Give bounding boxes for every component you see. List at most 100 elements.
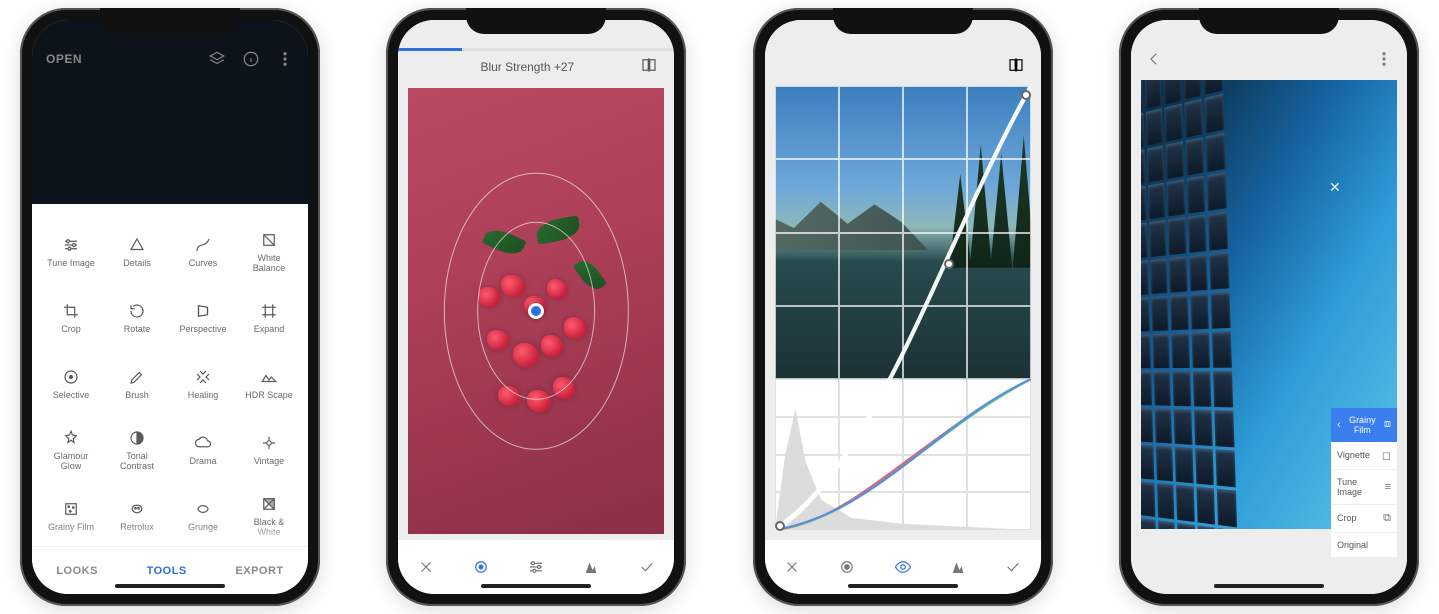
tool-label: Vintage xyxy=(254,457,284,467)
step-label: Crop xyxy=(1337,513,1357,523)
history-step-tune-image[interactable]: Tune Image ≡ xyxy=(1331,470,1397,505)
crop-icon xyxy=(61,301,81,321)
tool-label: Black & White xyxy=(241,518,297,538)
tool-perspective[interactable]: Perspective xyxy=(170,288,236,348)
step-icon: ≡ xyxy=(1385,481,1391,493)
tool-label: Glamour Glow xyxy=(43,452,99,472)
tool-white-balance[interactable]: White Balance xyxy=(236,222,302,282)
phone-mock-curves xyxy=(753,8,1053,606)
curve-handle-highlight[interactable] xyxy=(1021,90,1031,100)
mask-button[interactable] xyxy=(576,552,606,582)
tool-label: Rotate xyxy=(124,325,151,335)
curves-canvas[interactable] xyxy=(765,82,1041,540)
cancel-button[interactable] xyxy=(777,552,807,582)
tool-label: Retrolux xyxy=(120,523,154,533)
screen-4: ✕ ‹ Grainy Film ⧈Vignette ◻Tune Image ≡C… xyxy=(1131,20,1407,594)
grainy-film-icon xyxy=(61,499,81,519)
healing-icon xyxy=(193,367,213,387)
phone-mock-blur: Blur Strength +27 xyxy=(386,8,686,606)
tool-glamour-glow[interactable]: Glamour Glow xyxy=(38,420,104,480)
back-button[interactable] xyxy=(1145,50,1163,68)
notch xyxy=(100,8,240,34)
home-indicator xyxy=(1214,584,1324,588)
compare-icon[interactable] xyxy=(640,56,658,74)
tool-selective[interactable]: Selective xyxy=(38,354,104,414)
image-canvas[interactable] xyxy=(398,82,674,540)
apply-button[interactable] xyxy=(632,552,662,582)
bird-icon: ✕ xyxy=(1329,179,1341,196)
history-step-grainy-film[interactable]: ‹ Grainy Film ⧈ xyxy=(1331,408,1397,442)
screen-2: Blur Strength +27 xyxy=(398,20,674,594)
step-icon: ◻ xyxy=(1382,449,1391,462)
perspective-icon xyxy=(193,301,213,321)
tool-expand[interactable]: Expand xyxy=(236,288,302,348)
tool-black-white[interactable]: Black & White xyxy=(236,486,302,546)
expand-icon xyxy=(259,301,279,321)
channel-visible-button[interactable] xyxy=(888,552,918,582)
curve-handle-mid[interactable] xyxy=(944,259,954,269)
grunge-icon xyxy=(193,499,213,519)
tool-grainy-film[interactable]: Grainy Film xyxy=(38,486,104,546)
mask-button[interactable] xyxy=(943,552,973,582)
more-icon[interactable] xyxy=(276,50,294,68)
step-label: Tune Image xyxy=(1337,477,1385,497)
compare-icon[interactable] xyxy=(1007,56,1025,74)
image-canvas[interactable]: ✕ ‹ Grainy Film ⧈Vignette ◻Tune Image ≡C… xyxy=(1131,76,1407,594)
screen-3 xyxy=(765,20,1041,594)
history-step-crop[interactable]: Crop ⧉ xyxy=(1331,505,1397,533)
retrolux-icon xyxy=(127,499,147,519)
strength-slider[interactable] xyxy=(398,48,461,51)
tools-sheet: Tune Image Details Curves White Balance … xyxy=(32,204,308,594)
vintage-icon xyxy=(259,433,279,453)
tool-rotate[interactable]: Rotate xyxy=(104,288,170,348)
tool-label: HDR Scape xyxy=(245,391,293,401)
apply-button[interactable] xyxy=(998,552,1028,582)
tool-vintage[interactable]: Vintage xyxy=(236,420,302,480)
tool-grunge[interactable]: Grunge xyxy=(170,486,236,546)
tool-tune-image[interactable]: Tune Image xyxy=(38,222,104,282)
home-indicator xyxy=(481,584,591,588)
step-label: Original xyxy=(1337,540,1368,550)
chevron-left-icon: ‹ xyxy=(1337,419,1341,431)
adjust-button[interactable] xyxy=(521,552,551,582)
glamour-glow-icon xyxy=(61,428,81,448)
notch xyxy=(1199,8,1339,34)
blur-shape-button[interactable] xyxy=(466,552,496,582)
channel-luminance-button[interactable] xyxy=(832,552,862,582)
histogram-area xyxy=(775,379,1031,530)
tool-curves[interactable]: Curves xyxy=(170,222,236,282)
brush-icon xyxy=(127,367,147,387)
home-indicator xyxy=(115,584,225,588)
notch xyxy=(466,8,606,34)
tool-crop[interactable]: Crop xyxy=(38,288,104,348)
phone-mock-history: ✕ ‹ Grainy Film ⧈Vignette ◻Tune Image ≡C… xyxy=(1119,8,1419,606)
more-icon[interactable] xyxy=(1375,50,1393,68)
history-step-original[interactable]: Original xyxy=(1331,533,1397,558)
tool-label: Healing xyxy=(188,391,219,401)
tab-export[interactable]: EXPORT xyxy=(235,565,283,577)
tool-brush[interactable]: Brush xyxy=(104,354,170,414)
tune-icon xyxy=(61,235,81,255)
home-indicator xyxy=(848,584,958,588)
tool-hdr-scape[interactable]: HDR Scape xyxy=(236,354,302,414)
notch xyxy=(833,8,973,34)
rotate-icon xyxy=(127,301,147,321)
building-graphic xyxy=(1141,80,1243,529)
history-step-vignette[interactable]: Vignette ◻ xyxy=(1331,442,1397,470)
open-button[interactable]: OPEN xyxy=(46,52,82,66)
tool-label: Details xyxy=(123,259,151,269)
tool-tonal-contrast[interactable]: Tonal Contrast xyxy=(104,420,170,480)
tool-details[interactable]: Details xyxy=(104,222,170,282)
drama-icon xyxy=(193,433,213,453)
tool-healing[interactable]: Healing xyxy=(170,354,236,414)
tab-tools[interactable]: TOOLS xyxy=(147,565,187,577)
curve-handle-shadow[interactable] xyxy=(775,521,785,531)
layers-icon[interactable] xyxy=(208,50,226,68)
tab-looks[interactable]: LOOKS xyxy=(56,565,98,577)
tool-drama[interactable]: Drama xyxy=(170,420,236,480)
info-icon[interactable] xyxy=(242,50,260,68)
details-icon xyxy=(127,235,147,255)
cancel-button[interactable] xyxy=(411,552,441,582)
screen-1: OPEN Tune Image Det xyxy=(32,20,308,594)
tool-retrolux[interactable]: Retrolux xyxy=(104,486,170,546)
